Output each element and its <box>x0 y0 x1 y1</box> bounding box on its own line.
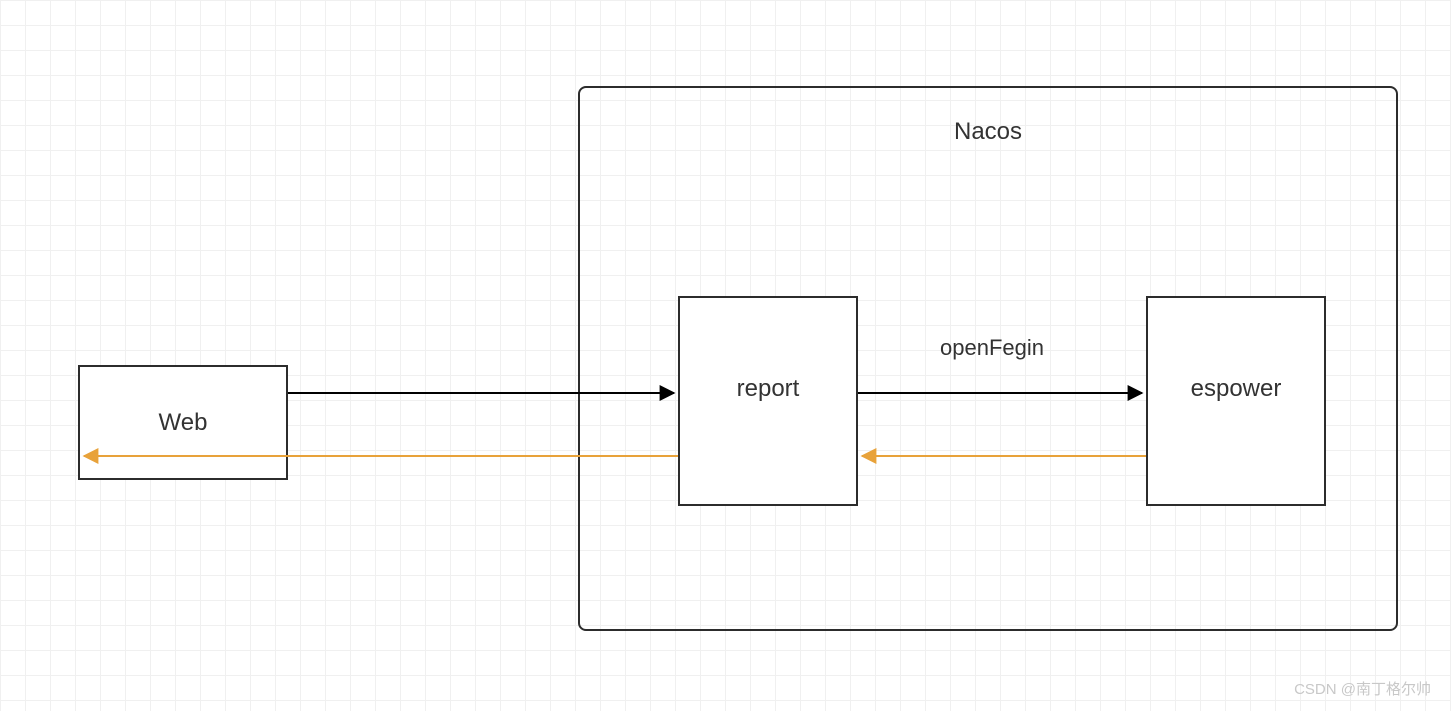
web-label: Web <box>159 409 208 437</box>
nacos-title: Nacos <box>580 118 1396 146</box>
watermark: CSDN @南丁格尔帅 <box>1294 678 1431 699</box>
openfegin-label: openFegin <box>940 335 1044 361</box>
web-node: Web <box>78 365 288 480</box>
report-node: report <box>678 296 858 506</box>
espower-label: espower <box>1191 375 1282 403</box>
espower-node: espower <box>1146 296 1326 506</box>
report-label: report <box>737 375 800 403</box>
